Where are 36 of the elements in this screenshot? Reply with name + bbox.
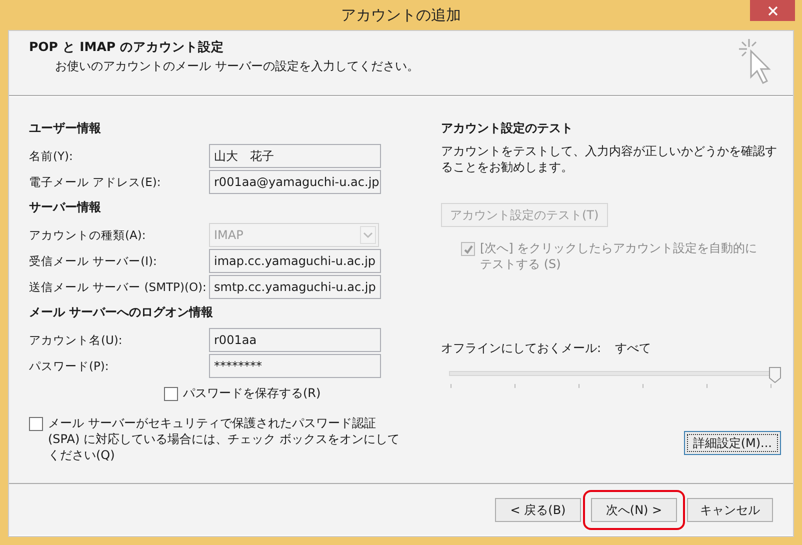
- dialog-button[interactable]: 次へ(N) >: [591, 498, 677, 522]
- input-field[interactable]: imap.cc.yamaguchi-u.ac.jp: [209, 249, 381, 273]
- section-heading: アカウント設定のテスト: [441, 120, 574, 137]
- offline-mail-value: すべて: [615, 340, 652, 357]
- input-field[interactable]: ********: [209, 354, 381, 378]
- close-icon: [768, 6, 778, 16]
- close-button[interactable]: [750, 0, 795, 21]
- page-title: POP と IMAP のアカウント設定: [29, 39, 225, 56]
- slider-thumb[interactable]: [769, 367, 781, 383]
- field-label: アカウント名(U):: [29, 332, 124, 348]
- section-heading: サーバー情報: [29, 199, 102, 216]
- dialog-button[interactable]: < 戻る(B): [495, 498, 581, 522]
- checkbox[interactable]: [164, 387, 178, 401]
- cursor-sparkle-icon: [737, 37, 773, 85]
- field-label: パスワード(P):: [29, 358, 110, 374]
- field-label: アカウントの種類(A):: [29, 228, 147, 242]
- checkbox[interactable]: [29, 417, 43, 431]
- window-title: アカウントの追加: [341, 6, 461, 24]
- slider-ticks-icon: [450, 384, 774, 389]
- offline-mail-label: オフラインにしておくメール:: [441, 340, 602, 357]
- advanced-settings-button[interactable]: 詳細設定(M)...: [684, 431, 781, 455]
- input-field[interactable]: r001aa: [209, 328, 381, 352]
- input-field[interactable]: smtp.cc.yamaguchi-u.ac.jp: [209, 275, 381, 299]
- field-label: 送信メール サーバー (SMTP)(O):: [29, 280, 208, 294]
- field-label: 受信メール サーバー(I):: [29, 254, 158, 268]
- input-field[interactable]: 山大 花子: [209, 144, 381, 168]
- section-heading: ユーザー情報: [29, 120, 102, 137]
- section-heading: メール サーバーへのログオン情報: [29, 304, 214, 321]
- field-label: 名前(Y):: [29, 148, 74, 164]
- checkbox-label[interactable]: パスワードを保存する(R): [183, 385, 321, 401]
- checkbox-label[interactable]: メール サーバーがセキュリティで保護されたパスワード認証 (SPA) に対応している場合には、チェック ボックスをオンにしてください(Q): [48, 415, 409, 463]
- description-text: アカウントをテストして、入力内容が正しいかどうかを確認することをお勧めします。: [441, 143, 778, 175]
- field-label: 電子メール アドレス(E):: [29, 174, 162, 190]
- input-field[interactable]: r001aa@yamaguchi-u.ac.jp: [209, 170, 381, 194]
- page-subtitle: お使いのアカウントのメール サーバーの設定を入力してください。: [54, 58, 419, 75]
- dialog-button[interactable]: キャンセル: [687, 498, 773, 522]
